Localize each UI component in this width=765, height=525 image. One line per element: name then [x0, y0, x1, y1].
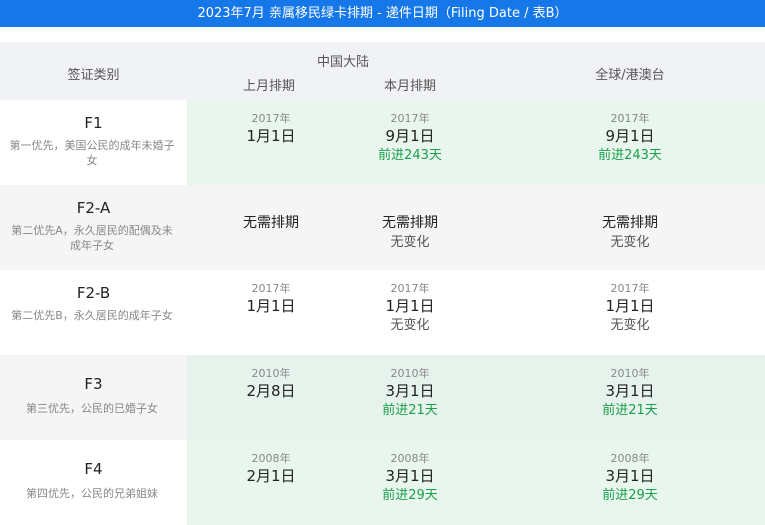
change-note: 无变化 — [610, 318, 650, 333]
visa-code: F4 — [84, 460, 103, 478]
table-row: F4 第四优先，公民的兄弟姐妹 2008年 2月1日 2008年 3月1日 前进… — [0, 440, 765, 525]
change-note: 前进29天 — [382, 488, 438, 503]
global-cell: 2008年 3月1日 前进29天 — [570, 452, 690, 506]
no-wait-label: 无需排期 — [602, 215, 658, 231]
header-category: 签证类别 — [67, 68, 120, 83]
this-month-cell: 2017年 1月1日 无变化 — [350, 282, 470, 336]
row-dates: 2017年 1月1日 2017年 1月1日 无变化 2017年 1月1日 无变化 — [187, 270, 765, 355]
row-label: F4 第四优先，公民的兄弟姐妹 — [0, 440, 187, 525]
date-label: 9月1日 — [385, 127, 435, 145]
row-dates: 2008年 2月1日 2008年 3月1日 前进29天 2008年 3月1日 前… — [187, 440, 765, 525]
date-label: 2月8日 — [246, 382, 296, 400]
spacer — [0, 27, 765, 42]
this-month-cell: 2008年 3月1日 前进29天 — [350, 452, 470, 506]
year-label: 2008年 — [610, 452, 650, 465]
date-label: 1月1日 — [385, 297, 435, 315]
change-note: 前进29天 — [602, 488, 658, 503]
table-title: 2023年7月 亲属移民绿卡排期 - 递件日期（Filing Date / 表B… — [0, 0, 765, 27]
change-note: 前进243天 — [598, 148, 662, 163]
last-month-cell: 2010年 2月8日 — [211, 367, 331, 401]
date-label: 1月1日 — [605, 297, 655, 315]
year-label: 2017年 — [390, 112, 430, 125]
year-label: 2010年 — [390, 367, 430, 380]
last-month-cell: 2017年 1月1日 — [211, 112, 331, 146]
year-label: 2008年 — [251, 452, 291, 465]
table-row: F2-B 第二优先B，永久居民的成年子女 2017年 1月1日 2017年 1月… — [0, 270, 765, 355]
last-month-cell: 无需排期 — [211, 213, 331, 233]
date-label: 9月1日 — [605, 127, 655, 145]
row-label: F2-B 第二优先B，永久居民的成年子女 — [0, 270, 187, 355]
header-this-month: 本月排期 — [383, 79, 436, 94]
visa-desc: 第二优先A，永久居民的配偶及未成年子女 — [11, 224, 173, 252]
table-header: 签证类别 中国大陆 上月排期 本月排期 全球/港澳台 — [0, 42, 765, 100]
no-wait-label: 无需排期 — [243, 215, 299, 231]
table-row: F2-A 第二优先A，永久居民的配偶及未成年子女 无需排期 无需排期 无变化 无… — [0, 185, 765, 270]
year-label: 2017年 — [251, 282, 291, 295]
date-label: 3月1日 — [605, 382, 655, 400]
last-month-cell: 2017年 1月1日 — [211, 282, 331, 316]
visa-desc: 第三优先，公民的已婚子女 — [26, 402, 158, 415]
table-row: F1 第一优先，美国公民的成年未婚子女 2017年 1月1日 2017年 9月1… — [0, 100, 765, 185]
date-label: 1月1日 — [246, 127, 296, 145]
date-label: 2月1日 — [246, 467, 296, 485]
year-label: 2010年 — [610, 367, 650, 380]
row-label: F1 第一优先，美国公民的成年未婚子女 — [0, 100, 187, 185]
last-month-cell: 2008年 2月1日 — [211, 452, 331, 486]
visa-code: F1 — [84, 114, 103, 132]
year-label: 2008年 — [390, 452, 430, 465]
row-dates: 无需排期 无需排期 无变化 无需排期 无变化 — [187, 185, 765, 270]
table-row: F3 第三优先，公民的已婚子女 2010年 2月8日 2010年 3月1日 前进… — [0, 355, 765, 440]
global-cell: 无需排期 无变化 — [570, 213, 690, 253]
visa-desc: 第二优先B，永久居民的成年子女 — [11, 309, 173, 322]
date-label: 3月1日 — [385, 382, 435, 400]
header-global: 全球/港澳台 — [595, 68, 665, 83]
row-dates: 2010年 2月8日 2010年 3月1日 前进21天 2010年 3月1日 前… — [187, 355, 765, 440]
date-label: 3月1日 — [605, 467, 655, 485]
year-label: 2017年 — [610, 112, 650, 125]
header-china: 中国大陆 — [316, 55, 369, 70]
row-label: F2-A 第二优先A，永久居民的配偶及未成年子女 — [0, 185, 187, 270]
year-label: 2017年 — [610, 282, 650, 295]
visa-desc: 第四优先，公民的兄弟姐妹 — [26, 487, 158, 500]
change-note: 无变化 — [610, 235, 650, 250]
no-wait-label: 无需排期 — [382, 215, 438, 231]
change-note: 前进243天 — [378, 148, 442, 163]
change-note: 前进21天 — [602, 403, 658, 418]
change-note: 前进21天 — [382, 403, 438, 418]
year-label: 2010年 — [251, 367, 291, 380]
year-label: 2017年 — [251, 112, 291, 125]
date-label: 3月1日 — [385, 467, 435, 485]
row-label: F3 第三优先，公民的已婚子女 — [0, 355, 187, 440]
change-note: 无变化 — [390, 235, 430, 250]
header-last-month: 上月排期 — [242, 79, 295, 94]
global-cell: 2017年 9月1日 前进243天 — [570, 112, 690, 166]
global-cell: 2017年 1月1日 无变化 — [570, 282, 690, 336]
this-month-cell: 无需排期 无变化 — [350, 213, 470, 253]
visa-code: F2-B — [76, 284, 111, 302]
visa-code: F3 — [84, 375, 103, 393]
visa-desc: 第一优先，美国公民的成年未婚子女 — [9, 139, 175, 167]
global-cell: 2010年 3月1日 前进21天 — [570, 367, 690, 421]
date-label: 1月1日 — [246, 297, 296, 315]
change-note: 无变化 — [390, 318, 430, 333]
this-month-cell: 2010年 3月1日 前进21天 — [350, 367, 470, 421]
visa-code: F2-A — [76, 199, 111, 217]
table-body: F1 第一优先，美国公民的成年未婚子女 2017年 1月1日 2017年 9月1… — [0, 100, 765, 525]
row-dates: 2017年 1月1日 2017年 9月1日 前进243天 2017年 9月1日 … — [187, 100, 765, 185]
this-month-cell: 2017年 9月1日 前进243天 — [350, 112, 470, 166]
year-label: 2017年 — [390, 282, 430, 295]
